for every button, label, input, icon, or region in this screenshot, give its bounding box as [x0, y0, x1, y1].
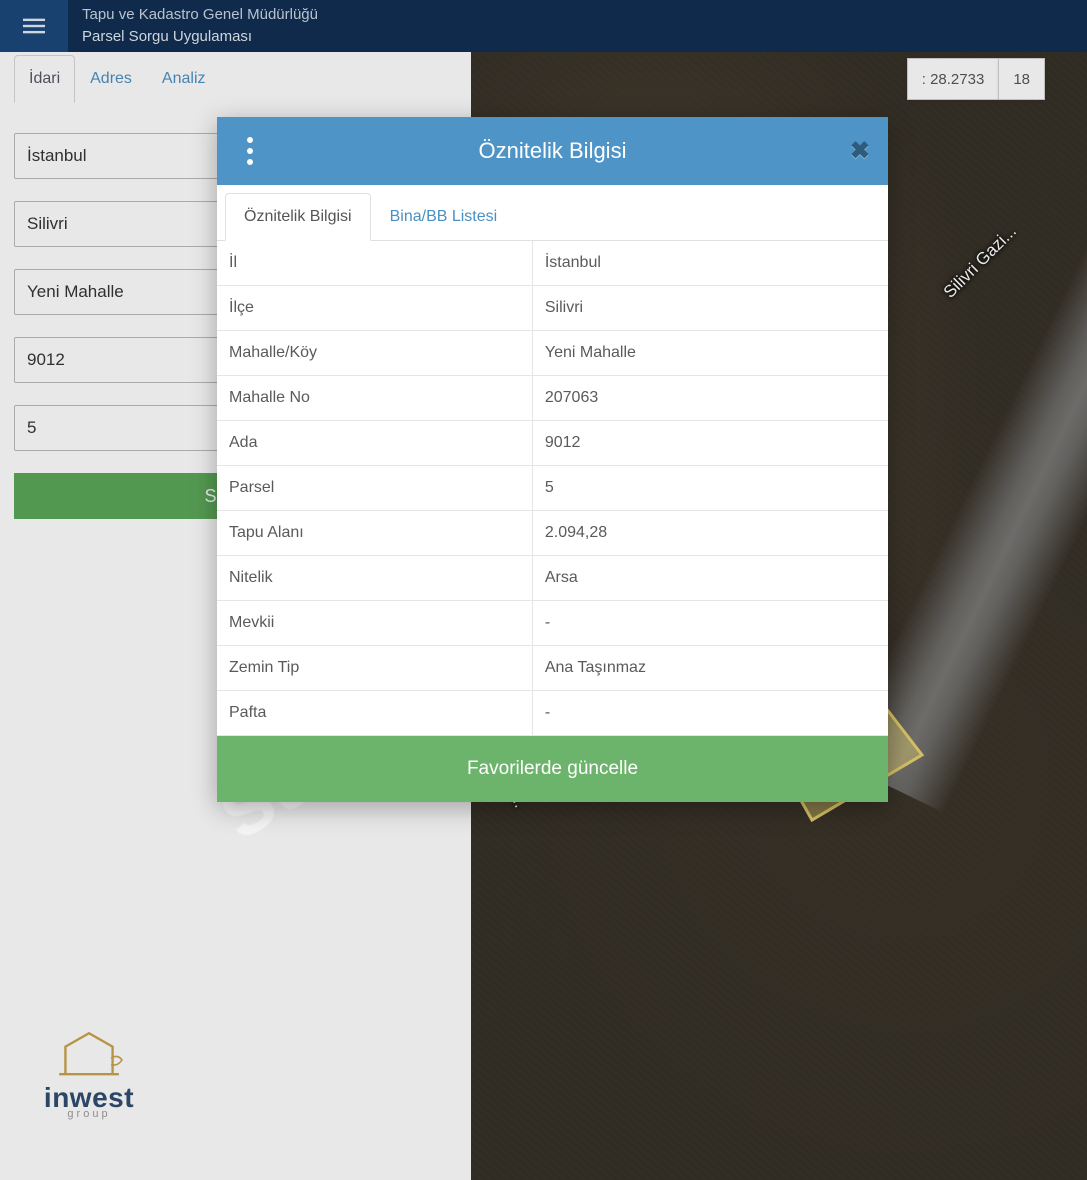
hamburger-menu-button[interactable]: [0, 0, 68, 52]
attr-value: Yeni Mahalle: [532, 331, 888, 376]
attr-key: Nitelik: [217, 556, 532, 601]
modal-tabs: Öznitelik Bilgisi Bina/BB Listesi: [217, 185, 888, 241]
attr-key: Mevkii: [217, 601, 532, 646]
attr-value: Arsa: [532, 556, 888, 601]
attr-key: İlçe: [217, 286, 532, 331]
attribute-table: İlİstanbulİlçeSilivriMahalle/KöyYeni Mah…: [217, 241, 888, 736]
close-icon: ✖: [850, 138, 870, 165]
modal-tab-oznitelik[interactable]: Öznitelik Bilgisi: [225, 193, 371, 241]
modal-close-button[interactable]: ✖: [850, 137, 870, 166]
attr-key: Mahalle/Köy: [217, 331, 532, 376]
attr-key: Pafta: [217, 691, 532, 736]
table-row: Mevkii-: [217, 601, 888, 646]
modal-title: Öznitelik Bilgisi: [479, 138, 627, 164]
table-row: Parsel5: [217, 466, 888, 511]
attr-key: Ada: [217, 421, 532, 466]
header-subtitle: Parsel Sorgu Uygulaması: [82, 26, 318, 49]
attr-value: -: [532, 691, 888, 736]
table-row: Mahalle No207063: [217, 376, 888, 421]
attr-key: Mahalle No: [217, 376, 532, 421]
modal-tab-bina[interactable]: Bina/BB Listesi: [371, 193, 517, 241]
attr-key: Tapu Alanı: [217, 511, 532, 556]
attr-value: 207063: [532, 376, 888, 421]
attr-value: İstanbul: [532, 241, 888, 286]
attr-value: 9012: [532, 421, 888, 466]
kebab-icon: [247, 137, 253, 143]
header-title: Tapu ve Kadastro Genel Müdürlüğü: [82, 4, 318, 27]
modal-header: Öznitelik Bilgisi ✖: [217, 117, 888, 185]
table-row: İlçeSilivri: [217, 286, 888, 331]
table-row: Mahalle/KöyYeni Mahalle: [217, 331, 888, 376]
attr-key: İl: [217, 241, 532, 286]
attribute-modal: Öznitelik Bilgisi ✖ Öznitelik Bilgisi Bi…: [217, 117, 888, 802]
table-row: NitelikArsa: [217, 556, 888, 601]
table-row: İlİstanbul: [217, 241, 888, 286]
table-row: Pafta-: [217, 691, 888, 736]
favorilerde-guncelle-button[interactable]: Favorilerde güncelle: [217, 736, 888, 802]
table-row: Tapu Alanı2.094,28: [217, 511, 888, 556]
table-row: Zemin TipAna Taşınmaz: [217, 646, 888, 691]
app-header: Tapu ve Kadastro Genel Müdürlüğü Parsel …: [0, 0, 1087, 52]
attr-value: Ana Taşınmaz: [532, 646, 888, 691]
attr-value: 2.094,28: [532, 511, 888, 556]
hamburger-icon: [23, 15, 45, 37]
attr-key: Zemin Tip: [217, 646, 532, 691]
attr-value: 5: [532, 466, 888, 511]
attr-value: Silivri: [532, 286, 888, 331]
modal-menu-button[interactable]: [239, 129, 261, 173]
table-row: Ada9012: [217, 421, 888, 466]
attr-key: Parsel: [217, 466, 532, 511]
attr-value: -: [532, 601, 888, 646]
